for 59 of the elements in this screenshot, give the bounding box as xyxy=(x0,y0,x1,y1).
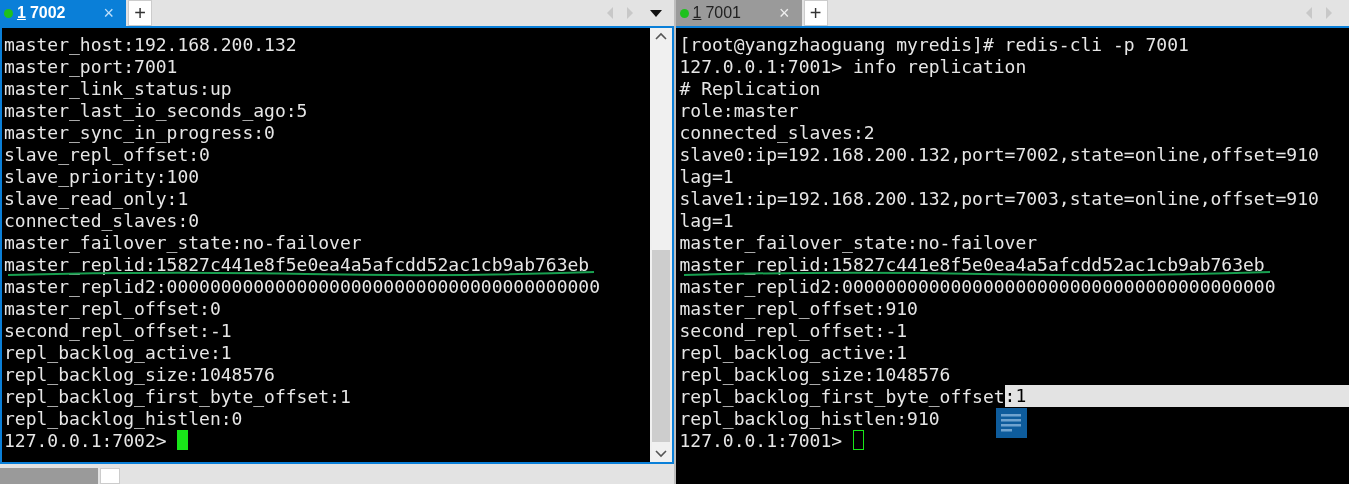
terminal-line: slave1:ip=192.168.200.132,port=7003,state=online,offset=910 xyxy=(679,187,1319,211)
scroll-up-icon[interactable] xyxy=(654,32,667,40)
terminal-line: repl_backlog_active:1 xyxy=(4,341,232,365)
terminal-line: repl_backlog_size:1048576 xyxy=(679,363,951,387)
terminal-line: slave_read_only:1 xyxy=(4,187,189,211)
terminal-line: repl_backlog_histlen:910 xyxy=(679,407,940,431)
terminal-line: master_replid2:0000000000000000000000000000000000000000 xyxy=(679,275,1276,299)
tab-label: 7001 xyxy=(705,3,741,23)
terminal-line: second_repl_offset:-1 xyxy=(679,319,908,343)
terminal-line: master_port:7001 xyxy=(4,55,178,79)
terminal-line: master_repl_offset:0 xyxy=(4,297,221,321)
scroll-left-icon[interactable] xyxy=(605,6,614,20)
terminal-line: lag=1 xyxy=(679,209,734,233)
terminal-line: repl_backlog_size:1048576 xyxy=(4,363,275,387)
terminal-line: slave_priority:100 xyxy=(4,165,200,189)
terminal-line: connected_slaves:0 xyxy=(4,209,200,233)
terminal-line: repl_backlog_histlen:0 xyxy=(4,407,243,431)
tab-number: 1 xyxy=(17,3,26,23)
terminal-line: second_repl_offset:-1 xyxy=(4,319,232,343)
terminal-line: master_link_status:up xyxy=(4,77,232,101)
dropdown-icon[interactable] xyxy=(649,10,662,18)
terminal-line: repl_backlog_first_byte_offset xyxy=(679,385,1005,409)
tab-label: 7002 xyxy=(29,3,66,23)
tab-strip[interactable] xyxy=(0,468,98,484)
new-tab-button[interactable]: + xyxy=(128,0,152,26)
shell-prompt: 127.0.0.1:7001> xyxy=(679,429,844,453)
tab-number: 1 xyxy=(692,3,702,23)
scroll-right-icon[interactable] xyxy=(1325,6,1333,20)
terminal-line: master_failover_state:no-failover xyxy=(679,231,1038,255)
terminal-tab[interactable]: 1 7001 × xyxy=(675,0,802,26)
terminal-line: master_sync_in_progress:0 xyxy=(4,121,275,145)
terminal-line: connected_slaves:2 xyxy=(679,120,875,145)
terminal-line: master_replid:15827c441e8f5e0ea4a5afcdd52ac1cb9ab763eb xyxy=(679,253,1265,277)
terminal-tab[interactable]: 1 7002 × xyxy=(0,0,126,26)
terminal-line: 127.0.0.1:7001> info replication xyxy=(679,55,1027,79)
scrollbar[interactable] xyxy=(649,28,672,462)
terminal-line: slave_repl_offset:0 xyxy=(4,143,210,167)
terminal-line: master_failover_state:no-failover xyxy=(4,231,362,255)
shell-prompt: 127.0.0.1:7002> xyxy=(4,429,168,453)
new-tab-button[interactable]: + xyxy=(803,0,828,26)
scrollbar-thumb[interactable] xyxy=(651,250,670,442)
terminal-line: master_repl_offset:910 xyxy=(679,297,918,321)
terminal-line: master_last_io_seconds_ago:5 xyxy=(4,99,308,123)
new-tab-button[interactable] xyxy=(100,468,120,484)
terminal-line: slave0:ip=192.168.200.132,port=7002,state=online,offset=910 xyxy=(679,143,1319,167)
terminal-line: master_replid:15827c441e8f5e0ea4a5afcdd52ac1cb9ab763eb xyxy=(4,253,590,277)
scroll-left-icon[interactable] xyxy=(1305,6,1313,20)
selected-text: :1 xyxy=(1004,385,1349,407)
close-icon[interactable]: × xyxy=(103,0,114,27)
terminal-line: lag=1 xyxy=(679,165,734,189)
scroll-right-icon[interactable] xyxy=(625,6,634,20)
terminal-line: master_replid2:0000000000000000000000000000000000000000 xyxy=(4,275,601,299)
terminal-line: repl_backlog_first_byte_offset:1 xyxy=(4,385,351,409)
terminal-line: [root@yangzhaoguang myredis]# redis-cli -p 7001 xyxy=(679,32,1189,57)
terminal-line: role:master xyxy=(679,99,799,123)
scroll-down-icon[interactable] xyxy=(654,450,667,458)
terminal-line: # Replication xyxy=(679,76,821,101)
terminal-line: master_host:192.168.200.132 xyxy=(4,32,297,57)
terminal-line: repl_backlog_active:1 xyxy=(679,341,908,365)
